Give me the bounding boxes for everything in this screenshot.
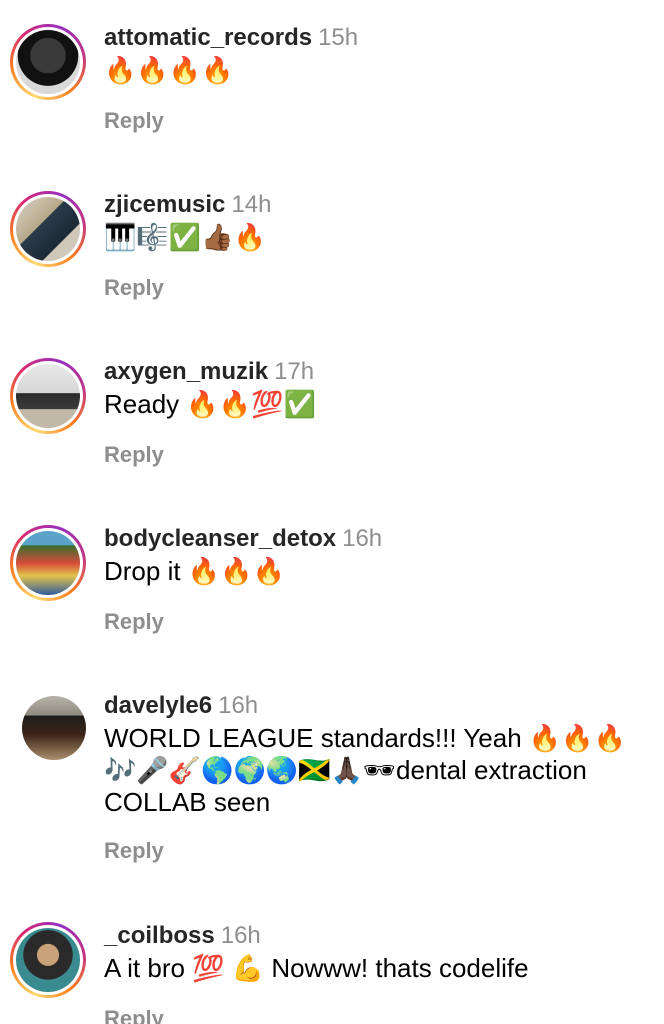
avatar-wrap[interactable] (22, 696, 86, 760)
story-ring[interactable] (10, 525, 86, 601)
story-ring[interactable] (10, 191, 86, 267)
reply-button[interactable]: Reply (104, 442, 164, 468)
comment-text: 🔥🔥🔥🔥 (104, 55, 234, 85)
comment-text: WORLD LEAGUE standards!!! Yeah 🔥🔥🔥🎶🎤🎸🌎🌍🌏… (104, 723, 626, 817)
comments-feed: attomatic_records 15h 🔥🔥🔥🔥 Reply zjicemus… (0, 0, 664, 1024)
reply-button[interactable]: Reply (104, 108, 164, 134)
avatar[interactable] (16, 928, 80, 992)
comment-time: 16h (342, 525, 383, 552)
comment-text: A it bro 💯 💪 Nowww! thats codelife (104, 953, 529, 983)
comment-time: 17h (274, 358, 315, 385)
comment-text: Ready 🔥🔥💯✅ (104, 389, 316, 419)
story-ring[interactable] (10, 24, 86, 100)
comment-username[interactable]: attomatic_records 15h (104, 24, 358, 52)
story-ring[interactable] (10, 358, 86, 434)
comment-username[interactable]: davelyle6 16h (104, 692, 258, 720)
comment-text: 🎹🎼✅👍🏾🔥 (104, 222, 266, 252)
avatar[interactable] (16, 531, 80, 595)
avatar[interactable] (16, 30, 80, 94)
avatar[interactable] (16, 197, 80, 261)
avatar[interactable] (16, 364, 80, 428)
reply-button[interactable]: Reply (104, 1006, 164, 1024)
reply-button[interactable]: Reply (104, 838, 164, 864)
comment-username[interactable]: _coilboss 16h (104, 922, 261, 950)
comment-text: Drop it 🔥🔥🔥 (104, 556, 285, 586)
comment-time: 14h (231, 191, 272, 218)
reply-button[interactable]: Reply (104, 609, 164, 635)
reply-button[interactable]: Reply (104, 275, 164, 301)
comment-time: 16h (220, 922, 261, 949)
comment-time: 16h (218, 692, 259, 719)
comment-time: 15h (318, 24, 359, 51)
story-ring[interactable] (10, 922, 86, 998)
comment-username[interactable]: zjicemusic 14h (104, 191, 271, 219)
avatar[interactable] (22, 696, 86, 760)
comment-username[interactable]: bodycleanser_detox 16h (104, 525, 382, 553)
comment-username[interactable]: axygen_muzik 17h (104, 358, 314, 386)
